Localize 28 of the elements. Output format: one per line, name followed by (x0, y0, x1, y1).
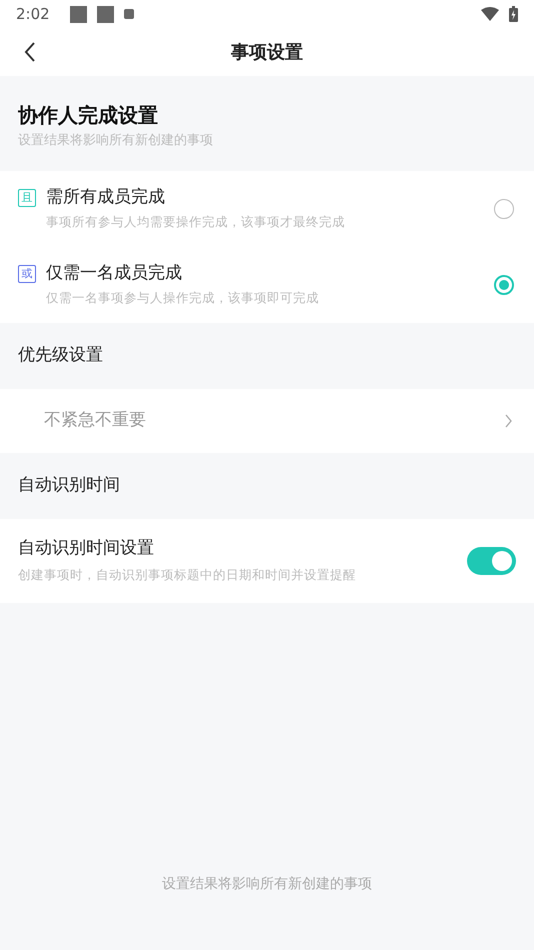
toggle-switch[interactable] (467, 546, 516, 574)
page-title: 事项设置 (231, 40, 303, 64)
back-icon[interactable] (24, 42, 36, 62)
setting-description: 创建事项时，自动识别事项标题中的日期和时间并设置提醒 (18, 566, 357, 584)
section-title: 协作人完成设置 (18, 102, 159, 129)
option-title: 仅需一名成员完成 (46, 262, 182, 285)
chevron-right-icon (505, 414, 512, 428)
section-title: 自动识别时间 (18, 474, 120, 497)
wifi-icon (481, 7, 499, 21)
footer-note: 设置结果将影响所有新创建的事项 (162, 875, 372, 894)
section-subtitle: 设置结果将影响所有新创建的事项 (18, 132, 214, 150)
setting-title: 自动识别时间设置 (18, 537, 155, 560)
option-row[interactable]: 且 需所有成员完成 事项所有参与人均需要操作完成，该事项才最终完成 (0, 170, 534, 246)
radio-button[interactable] (494, 198, 514, 218)
notification-icon (124, 9, 134, 19)
notification-icon (96, 6, 114, 22)
option-title: 需所有成员完成 (46, 186, 165, 209)
badge-label: 或 (18, 264, 36, 283)
option-row[interactable]: 或 仅需一名成员完成 仅需一名事项参与人操作完成，该事项即可完成 (0, 246, 534, 322)
notification-icon (70, 6, 87, 22)
status-time: 2:02 (16, 4, 50, 25)
section-title: 优先级设置 (18, 344, 103, 367)
option-description: 仅需一名事项参与人操作完成，该事项即可完成 (45, 289, 320, 308)
priority-value: 不紧急不重要 (44, 408, 147, 432)
badge-label: 且 (18, 188, 36, 207)
option-description: 事项所有参与人均需要操作完成，该事项才最终完成 (45, 213, 346, 232)
battery-icon (509, 6, 518, 22)
radio-button[interactable] (494, 274, 514, 294)
